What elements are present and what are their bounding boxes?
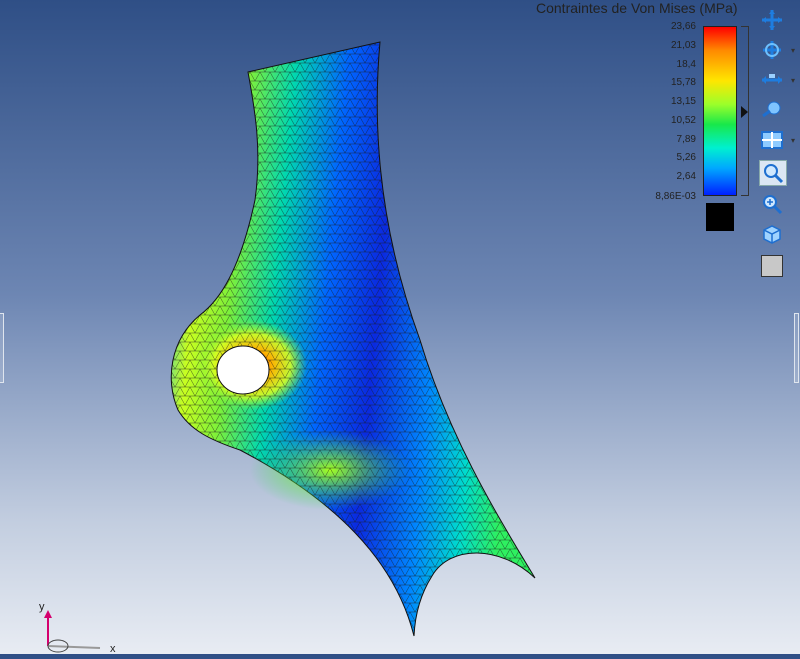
legend-color-bar [703,26,737,196]
fem-part-bracket[interactable] [170,41,536,637]
view-cube-icon[interactable] [759,222,785,246]
legend-color-bar-wrap [700,26,740,196]
axis-triad: y x [30,598,130,655]
legend-tick: 15,78 [670,77,696,88]
legend-undefined-swatch [706,203,734,231]
legend-tick: 8,86E-03 [655,191,696,202]
axis-x-label: x [110,643,116,654]
legend-tick: 5,26 [676,152,696,163]
legend-title: Contraintes de Von Mises (MPa) [536,0,738,16]
color-swatch-icon[interactable] [759,254,785,278]
legend-tick: 21,03 [670,40,696,51]
zoom-window-icon[interactable] [759,160,787,186]
rotate-icon[interactable]: ▾ [759,38,795,62]
left-panel-handle[interactable] [0,313,4,383]
legend-tick: 23,66 [670,21,696,32]
legend-tick: 18,4 [676,59,696,70]
legend-tick: 7,89 [676,134,696,145]
legend-tick: 2,64 [676,171,696,182]
axis-y-label: y [39,601,45,613]
move-icon[interactable] [759,8,785,32]
light-icon[interactable] [759,98,785,122]
viewports-icon[interactable]: ▾ [759,128,795,152]
legend-tick: 10,52 [670,115,696,126]
legend-tick: 13,15 [670,96,696,107]
right-panel-handle[interactable] [794,313,799,383]
pan-icon[interactable]: ▾ [759,68,795,92]
bolt-hole [216,345,270,395]
zoom-icon[interactable] [759,192,785,216]
legend-pointer-icon[interactable] [741,106,748,118]
